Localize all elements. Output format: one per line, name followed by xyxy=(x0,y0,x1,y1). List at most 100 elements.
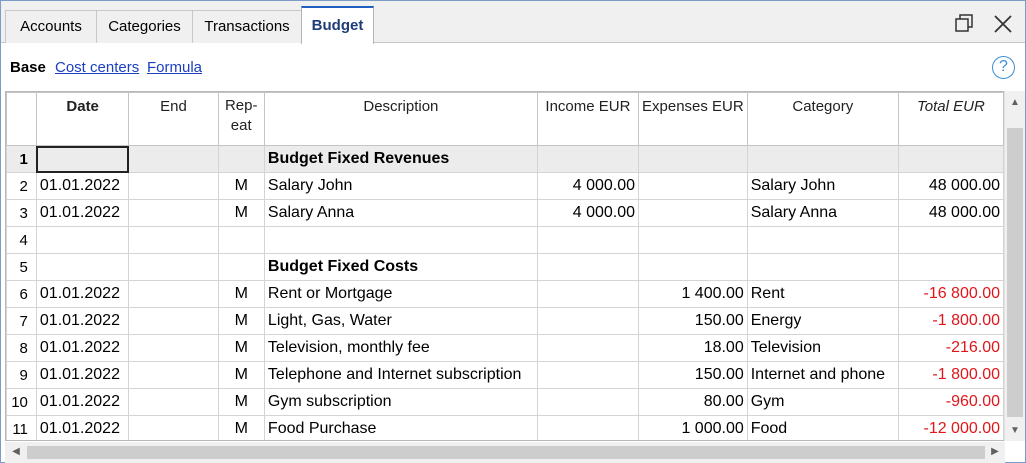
cell-date[interactable] xyxy=(35,145,130,173)
cell-category[interactable]: Salary John xyxy=(746,172,899,200)
cell-repeat[interactable] xyxy=(217,253,265,281)
cell-total[interactable]: -1 800.00 xyxy=(897,307,1004,335)
cell-expenses[interactable] xyxy=(638,253,748,281)
cell-date[interactable]: 01.01.2022 xyxy=(35,172,130,200)
cell-income[interactable] xyxy=(536,361,640,389)
cell-income[interactable] xyxy=(536,415,640,440)
cell-date[interactable]: 01.01.2022 xyxy=(35,388,130,416)
cell-end[interactable] xyxy=(128,307,219,335)
cell-category[interactable]: Energy xyxy=(746,307,899,335)
cell-total[interactable] xyxy=(897,253,1004,281)
tab-categories[interactable]: Categories xyxy=(96,10,193,43)
cell-date[interactable]: 01.01.2022 xyxy=(35,415,130,440)
row-number[interactable]: 1 xyxy=(6,145,37,173)
tab-accounts[interactable]: Accounts xyxy=(5,10,97,43)
close-icon[interactable] xyxy=(992,13,1014,35)
row-number[interactable]: 10 xyxy=(6,388,37,416)
cell-repeat[interactable]: M xyxy=(217,199,265,227)
cell-repeat[interactable] xyxy=(217,226,265,254)
cell-end[interactable] xyxy=(128,226,219,254)
row-number[interactable]: 2 xyxy=(6,172,37,200)
cell-category[interactable] xyxy=(746,145,899,173)
help-icon[interactable]: ? xyxy=(992,56,1015,79)
cell-income[interactable]: 4 000.00 xyxy=(536,172,640,200)
cell-repeat[interactable]: M xyxy=(217,172,265,200)
cell-income[interactable] xyxy=(536,334,640,362)
cell-total[interactable] xyxy=(897,145,1004,173)
cell-category[interactable] xyxy=(746,226,899,254)
cell-description[interactable]: Telephone and Internet subscription xyxy=(263,361,538,389)
horizontal-scroll-thumb[interactable] xyxy=(27,446,985,459)
cell-income[interactable] xyxy=(536,307,640,335)
cell-repeat[interactable]: M xyxy=(217,361,265,389)
cell-category[interactable]: Television xyxy=(746,334,899,362)
cell-expenses[interactable]: 18.00 xyxy=(638,334,748,362)
column-header-description[interactable]: Description xyxy=(263,92,538,146)
column-header-expenses[interactable]: Expenses EUR xyxy=(638,92,748,146)
cell-description[interactable]: Salary John xyxy=(263,172,538,200)
cell-date[interactable] xyxy=(35,226,130,254)
cell-expenses[interactable] xyxy=(638,199,748,227)
cell-description[interactable]: Gym subscription xyxy=(263,388,538,416)
cell-total[interactable]: -16 800.00 xyxy=(897,280,1004,308)
scroll-down-icon[interactable]: ▼ xyxy=(1007,425,1023,436)
cell-date[interactable]: 01.01.2022 xyxy=(35,334,130,362)
table-row[interactable]: 11 01.01.2022 M Food Purchase 1 000.00 Food -1… xyxy=(6,415,1004,440)
cell-income[interactable]: 4 000.00 xyxy=(536,199,640,227)
column-header-repeat[interactable]: Rep- eat xyxy=(217,92,265,146)
cell-expenses[interactable] xyxy=(638,145,748,173)
row-number[interactable]: 6 xyxy=(6,280,37,308)
cell-expenses[interactable] xyxy=(638,172,748,200)
cell-total[interactable] xyxy=(897,226,1004,254)
tab-budget[interactable]: Budget xyxy=(301,6,374,44)
cell-end[interactable] xyxy=(128,361,219,389)
cell-description[interactable]: Salary Anna xyxy=(263,199,538,227)
cell-end[interactable] xyxy=(128,388,219,416)
cell-repeat[interactable]: M xyxy=(217,334,265,362)
cell-total[interactable]: -12 000.00 xyxy=(897,415,1004,440)
table-row[interactable]: 7 01.01.2022 M Light, Gas, Water 150.00 Energ… xyxy=(6,307,1004,335)
scroll-left-icon[interactable]: ◀ xyxy=(8,446,24,457)
scroll-up-icon[interactable]: ▲ xyxy=(1007,97,1023,108)
cell-category[interactable]: Rent xyxy=(746,280,899,308)
column-header-end[interactable]: End xyxy=(128,92,219,146)
cell-income[interactable] xyxy=(536,226,640,254)
cell-category[interactable]: Gym xyxy=(746,388,899,416)
cell-expenses[interactable]: 1 000.00 xyxy=(638,415,748,440)
cell-date[interactable] xyxy=(35,253,130,281)
cell-end[interactable] xyxy=(128,145,219,173)
cell-description[interactable]: Television, monthly fee xyxy=(263,334,538,362)
cell-total[interactable]: 48 000.00 xyxy=(897,199,1004,227)
cell-end[interactable] xyxy=(128,253,219,281)
table-row[interactable]: 3 01.01.2022 M Salary Anna 4 000.00 Salary An… xyxy=(6,199,1004,227)
cell-description[interactable]: Light, Gas, Water xyxy=(263,307,538,335)
vertical-scrollbar[interactable]: ▲ ▼ xyxy=(1004,91,1025,441)
cell-end[interactable] xyxy=(128,199,219,227)
corner-cell[interactable] xyxy=(6,92,37,146)
cell-description[interactable]: Rent or Mortgage xyxy=(263,280,538,308)
cell-category[interactable]: Food xyxy=(746,415,899,440)
horizontal-scrollbar[interactable]: ◀ ▶ xyxy=(5,442,1005,463)
cell-date[interactable]: 01.01.2022 xyxy=(35,280,130,308)
cell-end[interactable] xyxy=(128,280,219,308)
row-number[interactable]: 4 xyxy=(6,226,37,254)
column-header-category[interactable]: Category xyxy=(746,92,899,146)
row-number[interactable]: 11 xyxy=(6,415,37,440)
table-row[interactable]: 10 01.01.2022 M Gym subscription 80.00 Gym -96… xyxy=(6,388,1004,416)
cell-end[interactable] xyxy=(128,415,219,440)
cell-date[interactable]: 01.01.2022 xyxy=(35,199,130,227)
cell-total[interactable]: 48 000.00 xyxy=(897,172,1004,200)
cell-description[interactable]: Budget Fixed Costs xyxy=(263,253,538,281)
cell-total[interactable]: -216.00 xyxy=(897,334,1004,362)
cell-repeat[interactable]: M xyxy=(217,307,265,335)
cell-income[interactable] xyxy=(536,145,640,173)
table-row[interactable]: 4 xyxy=(6,226,1004,254)
column-header-total[interactable]: Total EUR xyxy=(897,92,1004,146)
column-header-income[interactable]: Income EUR xyxy=(536,92,640,146)
table-row[interactable]: 2 01.01.2022 M Salary John 4 000.00 Salary Jo… xyxy=(6,172,1004,200)
cell-income[interactable] xyxy=(536,253,640,281)
cell-repeat[interactable] xyxy=(217,145,265,173)
subtab-formula[interactable]: Formula xyxy=(147,59,202,76)
cell-expenses[interactable]: 150.00 xyxy=(638,361,748,389)
cell-category[interactable]: Salary Anna xyxy=(746,199,899,227)
